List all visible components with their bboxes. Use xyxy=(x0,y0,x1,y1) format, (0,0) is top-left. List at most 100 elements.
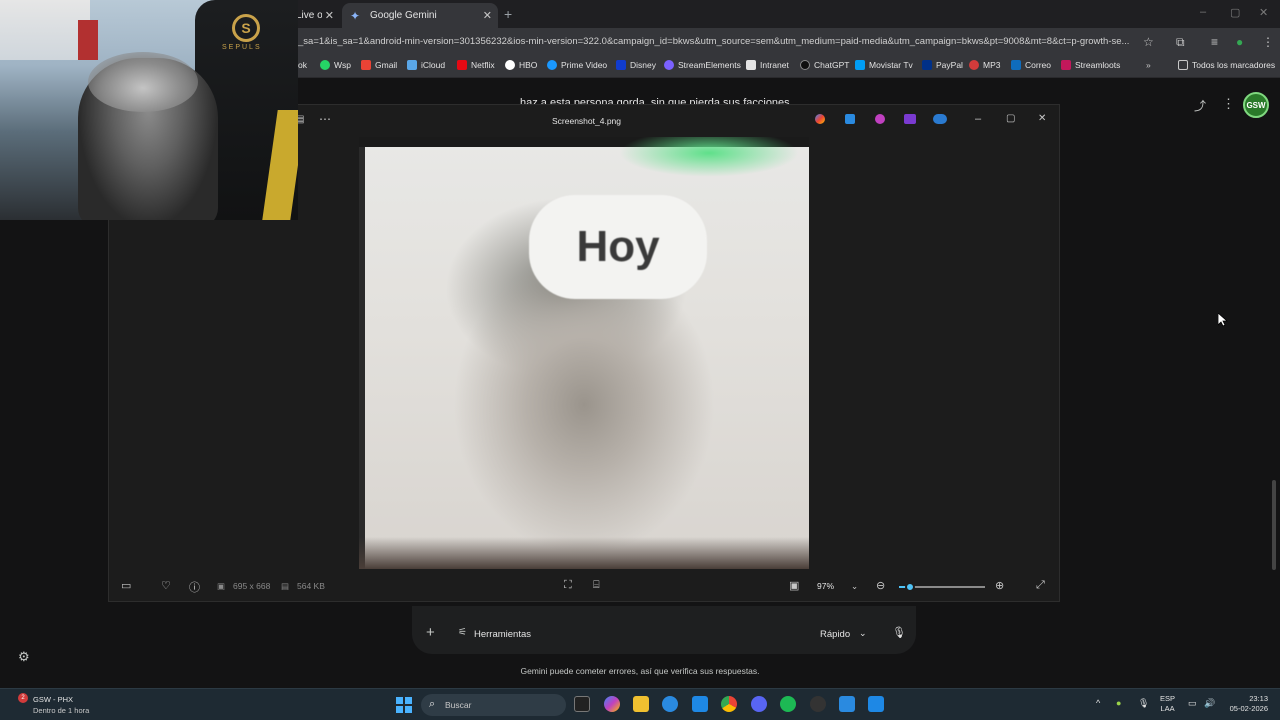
bookmark-item[interactable]: Intranet xyxy=(746,60,789,70)
microphone-icon[interactable]: 🎙 xyxy=(1138,698,1149,709)
star-icon[interactable]: ☆ xyxy=(1143,35,1154,49)
webcam-background xyxy=(78,20,98,60)
filmstrip-icon[interactable]: ▭ xyxy=(121,579,131,592)
search-icon: ⌕ xyxy=(429,698,436,710)
minimize-icon[interactable]: – xyxy=(975,113,981,125)
bookmark-item[interactable]: Wsp xyxy=(320,60,351,70)
zoom-slider-thumb[interactable] xyxy=(905,582,916,592)
bookmark-item[interactable]: Prime Video xyxy=(547,60,607,70)
mp3-icon xyxy=(969,60,979,70)
windows-start-icon[interactable] xyxy=(396,697,412,713)
search-placeholder: Buscar xyxy=(445,700,472,710)
share-icon[interactable]: ⤴ xyxy=(1194,97,1206,114)
new-tab-icon[interactable]: + xyxy=(504,6,512,22)
fullscreen-icon[interactable]: ⤢ xyxy=(1036,579,1045,592)
prompt-input-box[interactable]: + ⚟ Herramientas Rápido ⌄ 🎙 xyxy=(412,606,916,654)
app-icon[interactable] xyxy=(839,696,855,712)
maximize-icon[interactable]: ▢ xyxy=(1230,6,1240,19)
copilot-icon[interactable] xyxy=(604,696,620,712)
maximize-icon[interactable]: ▢ xyxy=(1006,113,1015,124)
crop-icon[interactable]: ⛶ xyxy=(564,579,572,592)
close-icon[interactable]: ✕ xyxy=(483,9,492,22)
spotify-icon[interactable] xyxy=(780,696,796,712)
bookmark-item[interactable]: ChatGPT xyxy=(800,60,849,70)
bookmark-item[interactable]: Streamloots xyxy=(1061,60,1120,70)
zoom-in-icon[interactable]: ⊕ xyxy=(995,579,1004,592)
bookmark-item[interactable]: ok xyxy=(298,60,307,70)
chevron-down-icon[interactable]: ⌄ xyxy=(851,581,858,592)
all-bookmarks[interactable]: Todos los marcadores xyxy=(1178,60,1275,70)
file-size-icon: ▤ xyxy=(281,581,290,591)
photo-sticker-text: Hoy xyxy=(529,195,707,299)
more-options-icon[interactable]: ⋮ xyxy=(1222,96,1235,112)
bookmark-item[interactable]: MP3 xyxy=(969,60,1000,70)
copilot-icon[interactable] xyxy=(815,114,825,124)
extensions-icon[interactable]: ⧉ xyxy=(1176,35,1185,50)
tab-google-gemini[interactable]: ✦ Google Gemini ✕ xyxy=(342,3,498,28)
store-icon[interactable] xyxy=(692,696,708,712)
edit-icon[interactable] xyxy=(845,114,855,124)
notification-badge: 2 xyxy=(18,693,28,703)
more-icon[interactable]: ⋯ xyxy=(319,112,331,126)
add-icon[interactable]: + xyxy=(426,624,435,641)
discord-icon[interactable] xyxy=(751,696,767,712)
profile-icon[interactable]: ● xyxy=(1236,35,1243,49)
onedrive-icon[interactable] xyxy=(933,114,947,124)
language-indicator[interactable]: ESP LAA xyxy=(1160,694,1175,714)
clock-date: 05-02-2026 xyxy=(1229,704,1268,713)
edge-icon[interactable] xyxy=(662,696,678,712)
menu-icon[interactable]: ⋮ xyxy=(1262,35,1274,49)
tab-title: Google Gemini xyxy=(370,10,437,21)
chair-logo-icon: S xyxy=(232,14,260,42)
bookmark-item[interactable]: StreamElements xyxy=(664,60,741,70)
bookmark-item[interactable]: HBO xyxy=(505,60,537,70)
clock[interactable]: 23:13 05-02-2026 xyxy=(1222,694,1268,714)
more-bookmarks-icon[interactable]: » xyxy=(1146,60,1151,70)
bookmark-item[interactable]: PayPal xyxy=(922,60,963,70)
task-view-icon[interactable] xyxy=(574,696,590,712)
nvidia-icon[interactable]: ● xyxy=(1116,698,1121,708)
network-icon[interactable]: ▭ xyxy=(1188,698,1197,709)
bookmark-item[interactable]: Disney xyxy=(616,60,656,70)
bookmark-item[interactable]: Netflix xyxy=(457,60,495,70)
close-window-icon[interactable]: ✕ xyxy=(1259,6,1268,19)
url-field[interactable]: _sa=1&is_sa=1&android-min-version=301356… xyxy=(298,32,1158,52)
tools-button[interactable]: Herramientas xyxy=(474,629,531,640)
tab-live[interactable]: Live o ✕ xyxy=(296,3,340,28)
designer-icon[interactable] xyxy=(875,114,885,124)
volume-icon[interactable]: 🔊 xyxy=(1204,698,1215,709)
webcam-person-hair xyxy=(88,52,198,112)
disney-icon xyxy=(616,60,626,70)
info-icon[interactable]: ⓘ xyxy=(189,579,200,595)
photos-icon[interactable] xyxy=(868,696,884,712)
obs-icon[interactable] xyxy=(810,696,826,712)
media-icon[interactable]: ≡ xyxy=(1211,35,1218,49)
bookmark-item[interactable]: Correo xyxy=(1011,60,1051,70)
page-scrollbar[interactable] xyxy=(1272,480,1276,570)
chevron-up-icon[interactable]: ^ xyxy=(1096,698,1100,708)
close-icon[interactable]: ✕ xyxy=(325,9,334,22)
mode-selector[interactable]: Rápido xyxy=(820,629,850,640)
netflix-icon xyxy=(457,60,467,70)
zoom-out-icon[interactable]: ⊖ xyxy=(876,579,885,592)
chrome-icon[interactable] xyxy=(721,696,737,712)
favorite-icon[interactable]: ♡ xyxy=(161,579,171,592)
zoom-level[interactable]: 97% xyxy=(817,581,834,591)
avatar[interactable]: GSW xyxy=(1243,92,1269,118)
weather-subtitle: Dentro de 1 hora xyxy=(33,706,90,715)
windows-taskbar: 2 GSW - PHX Dentro de 1 hora ⌕ Buscar ^ … xyxy=(0,688,1280,720)
fit-icon[interactable]: ▣ xyxy=(789,579,799,592)
scan-text-icon[interactable]: ⌸ xyxy=(593,579,600,592)
bookmark-item[interactable]: iCloud xyxy=(407,60,445,70)
minimize-icon[interactable]: – xyxy=(1200,6,1206,18)
settings-icon[interactable]: ⚙ xyxy=(18,649,30,665)
close-icon[interactable]: ✕ xyxy=(1038,113,1046,124)
bookmark-item[interactable]: Gmail xyxy=(361,60,397,70)
file-explorer-icon[interactable] xyxy=(633,696,649,712)
clipchamp-icon[interactable] xyxy=(904,114,916,124)
taskbar-search[interactable]: ⌕ Buscar xyxy=(421,694,566,716)
microphone-icon[interactable]: 🎙 xyxy=(892,626,906,639)
viewer-toolbar: ▭ ♡ ⓘ ▣ 695 x 668 ▤ 564 KB ⛶ ⌸ ▣ 97% ⌄ ⊖… xyxy=(109,569,1059,603)
clock-time: 23:13 xyxy=(1249,694,1268,703)
bookmark-item[interactable]: Movistar Tv xyxy=(855,60,913,70)
